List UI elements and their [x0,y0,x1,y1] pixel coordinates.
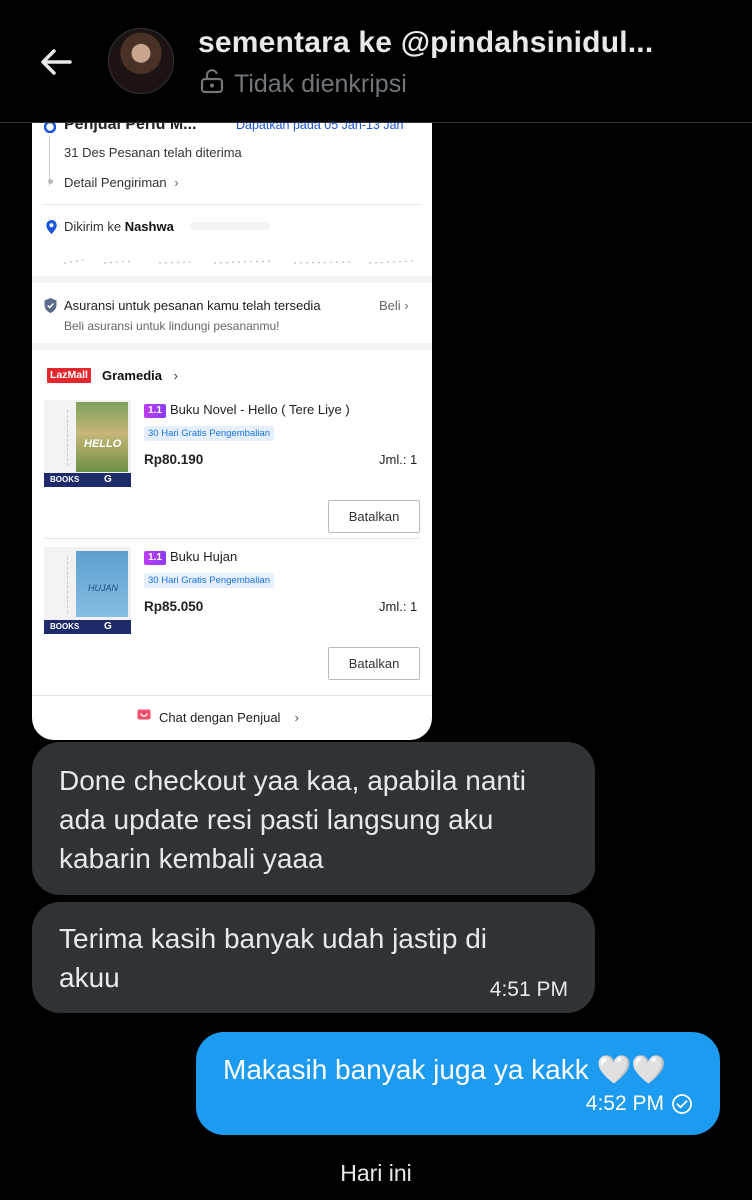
message-text: Done checkout yaa kaa, apabila nanti ada… [59,765,526,874]
cover-art [76,402,128,472]
cover-band: BOOKS G [44,473,131,487]
divider [44,538,420,539]
divider [32,695,432,696]
lazmall-badge: LazMall [47,368,91,383]
section-separator [32,343,432,350]
chat-header: sementara ke @pindahsinidul... Tidak die… [0,0,752,123]
cover-notes [49,410,68,466]
item-price: Rp80.190 [144,452,204,467]
received-message-bubble[interactable]: Terima kasih banyak udah jastip di akuu … [32,902,595,1013]
promo-11-badge: 1.1 [144,550,166,565]
promo-11-badge: 1.1 [144,403,166,418]
item-title[interactable]: 1.1 Buku Novel - Hello ( Tere Liye ) [144,402,350,418]
message-text: Makasih banyak juga ya kakk 🤍🤍 [223,1054,667,1085]
shield-icon [44,298,57,318]
chevron-right-icon: › [173,368,178,383]
encryption-status: Tidak dienkripsi [200,68,407,101]
avatar[interactable] [108,28,174,94]
redacted-text [190,222,270,230]
item-price: Rp85.050 [144,599,204,614]
message-timestamp: 4:52 PM [585,1092,664,1115]
received-message-bubble[interactable]: Done checkout yaa kaa, apabila nanti ada… [32,742,595,895]
chat-seller-button[interactable]: Chat dengan Penjual › [137,709,299,725]
read-receipt-check-icon [671,1093,693,1120]
insurance-title: Asuransi untuk pesanan kamu telah tersed… [64,298,321,313]
recipient-name: Nashwa [124,219,174,234]
unlock-icon [200,68,224,101]
conversation-title[interactable]: sementara ke @pindahsinidul... [198,26,653,60]
encryption-status-label: Tidak dienkripsi [234,70,407,98]
book-cover-hujan[interactable]: HUJAN BOOKS G [44,547,131,634]
chat-icon [137,709,151,725]
cover-title: HUJAN [88,583,119,593]
message-text: Terima kasih banyak udah jastip di akuu [59,923,488,993]
store-name-link[interactable]: Gramedia › [102,368,178,383]
back-arrow-icon[interactable] [36,42,76,82]
item-quantity: Jml.: 1 [379,599,418,614]
free-return-badge: 30 Hari Gratis Pengembalian [144,426,274,441]
cover-notes [49,557,68,613]
chevron-right-icon: › [174,175,179,190]
order-received-status: 31 Des Pesanan telah diterima [64,145,242,160]
insurance-buy-link[interactable]: Beli › [379,298,409,313]
timeline-dot [48,179,53,184]
divider [44,204,420,205]
item-title[interactable]: 1.1 Buku Hujan [144,549,237,565]
book-cover-hello[interactable]: HELLO BOOKS G [44,400,131,487]
section-separator [32,276,432,283]
cover-band: BOOKS G [44,620,131,634]
order-screenshot-image[interactable]: Penjual Perlu M... Dapatkan pada 05 Jan-… [32,100,432,740]
location-pin-icon [46,220,57,239]
message-timestamp: 4:51 PM [489,978,568,1001]
chevron-right-icon: › [404,298,409,313]
day-separator: Hari ini [340,1160,412,1186]
cancel-button[interactable]: Batalkan [328,647,420,680]
insurance-subtitle: Beli asuransi untuk lindungi pesananmu! [64,319,280,333]
cancel-button[interactable]: Batalkan [328,500,420,533]
ship-to-label: Dikirim ke Nashwa [64,219,174,234]
free-return-badge: 30 Hari Gratis Pengembalian [144,573,274,588]
item-quantity: Jml.: 1 [379,452,418,467]
redacted-address [63,254,420,264]
chevron-right-icon: › [294,709,299,725]
shipping-detail-link[interactable]: Detail Pengiriman › [64,175,179,190]
sent-message-bubble[interactable]: Makasih banyak juga ya kakk 🤍🤍 4:52 PM [196,1032,720,1135]
cover-title: HELLO [84,438,122,450]
